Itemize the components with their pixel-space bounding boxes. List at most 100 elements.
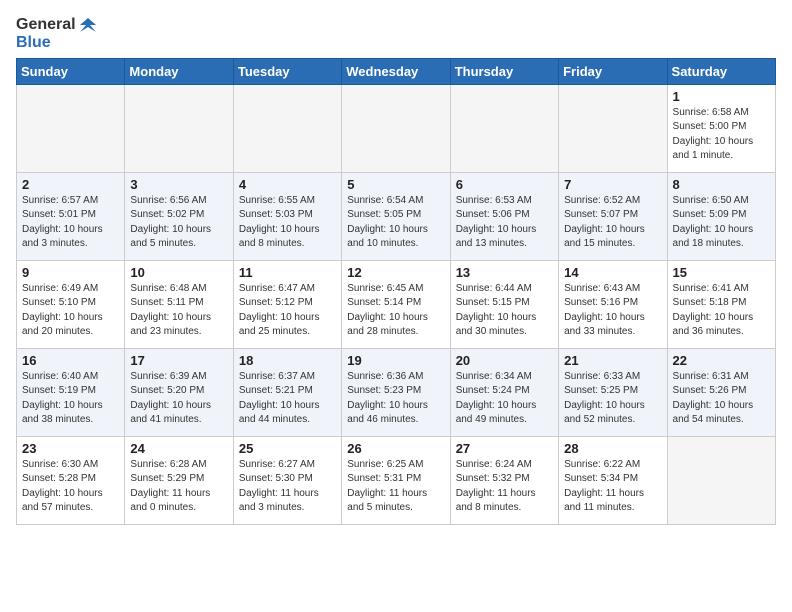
day-cell: 11 Sunrise: 6:47 AM Sunset: 5:12 PM Dayli… <box>233 260 341 348</box>
day-number: 9 <box>22 265 119 280</box>
day-cell: 18Sunrise: 6:37 AM Sunset: 5:21 PM Dayli… <box>233 348 341 436</box>
day-number: 3 <box>130 177 227 192</box>
day-number: 20 <box>456 353 553 368</box>
day-number: 1 <box>673 89 770 104</box>
day-cell: 15 Sunrise: 6:41 AM Sunset: 5:18 PM Dayli… <box>667 260 775 348</box>
day-number: 21 <box>564 353 661 368</box>
col-header-wednesday: Wednesday <box>342 58 450 84</box>
day-info: Sunrise: 6:34 AM Sunset: 5:24 PM Dayligh… <box>456 370 553 428</box>
day-cell <box>233 84 341 172</box>
week-row-3: 9 Sunrise: 6:49 AM Sunset: 5:10 PM Daylig… <box>17 260 776 348</box>
day-info: Sunrise: 6:27 AM Sunset: 5:30 PM Dayligh… <box>239 458 336 516</box>
day-number: 26 <box>347 441 444 456</box>
day-info: Sunrise: 6:54 AM Sunset: 5:05 PM Dayligh… <box>347 194 444 252</box>
day-number: 17 <box>130 353 227 368</box>
logo-blue: Blue <box>16 34 51 52</box>
day-info: Sunrise: 6:30 AM Sunset: 5:28 PM Dayligh… <box>22 458 119 516</box>
day-cell: 13 Sunrise: 6:44 AM Sunset: 5:15 PM Dayli… <box>450 260 558 348</box>
day-info: Sunrise: 6:37 AM Sunset: 5:21 PM Dayligh… <box>239 370 336 428</box>
day-cell <box>342 84 450 172</box>
day-info: Sunrise: 6:52 AM Sunset: 5:07 PM Dayligh… <box>564 194 661 252</box>
calendar-table: SundayMondayTuesdayWednesdayThursdayFrid… <box>16 58 776 525</box>
page: General Blue SundayMondayTuesdayWednesda… <box>0 0 792 533</box>
day-cell: 28Sunrise: 6:22 AM Sunset: 5:34 PM Dayli… <box>559 436 667 524</box>
day-number: 16 <box>22 353 119 368</box>
day-info: Sunrise: 6:58 AM Sunset: 5:00 PM Dayligh… <box>673 106 770 164</box>
day-number: 23 <box>22 441 119 456</box>
col-header-friday: Friday <box>559 58 667 84</box>
day-info: Sunrise: 6:28 AM Sunset: 5:29 PM Dayligh… <box>130 458 227 516</box>
day-cell: 17 Sunrise: 6:39 AM Sunset: 5:20 PM Dayli… <box>125 348 233 436</box>
day-cell: 25Sunrise: 6:27 AM Sunset: 5:30 PM Dayli… <box>233 436 341 524</box>
day-number: 8 <box>673 177 770 192</box>
day-number: 12 <box>347 265 444 280</box>
day-number: 27 <box>456 441 553 456</box>
day-info: Sunrise: 6:56 AM Sunset: 5:02 PM Dayligh… <box>130 194 227 252</box>
day-number: 19 <box>347 353 444 368</box>
day-cell: 23 Sunrise: 6:30 AM Sunset: 5:28 PM Dayli… <box>17 436 125 524</box>
col-header-saturday: Saturday <box>667 58 775 84</box>
day-info: Sunrise: 6:25 AM Sunset: 5:31 PM Dayligh… <box>347 458 444 516</box>
day-number: 13 <box>456 265 553 280</box>
day-info: Sunrise: 6:49 AM Sunset: 5:10 PM Dayligh… <box>22 282 119 340</box>
day-cell: 8 Sunrise: 6:50 AM Sunset: 5:09 PM Daylig… <box>667 172 775 260</box>
day-info: Sunrise: 6:47 AM Sunset: 5:12 PM Dayligh… <box>239 282 336 340</box>
day-cell: 5Sunrise: 6:54 AM Sunset: 5:05 PM Daylig… <box>342 172 450 260</box>
day-cell <box>667 436 775 524</box>
day-cell: 10Sunrise: 6:48 AM Sunset: 5:11 PM Dayli… <box>125 260 233 348</box>
day-cell: 24 Sunrise: 6:28 AM Sunset: 5:29 PM Dayli… <box>125 436 233 524</box>
day-number: 2 <box>22 177 119 192</box>
col-header-thursday: Thursday <box>450 58 558 84</box>
day-info: Sunrise: 6:31 AM Sunset: 5:26 PM Dayligh… <box>673 370 770 428</box>
day-info: Sunrise: 6:57 AM Sunset: 5:01 PM Dayligh… <box>22 194 119 252</box>
day-cell: 16Sunrise: 6:40 AM Sunset: 5:19 PM Dayli… <box>17 348 125 436</box>
day-cell: 14 Sunrise: 6:43 AM Sunset: 5:16 PM Dayli… <box>559 260 667 348</box>
week-row-4: 16Sunrise: 6:40 AM Sunset: 5:19 PM Dayli… <box>17 348 776 436</box>
day-cell: 22 Sunrise: 6:31 AM Sunset: 5:26 PM Dayli… <box>667 348 775 436</box>
day-number: 24 <box>130 441 227 456</box>
day-info: Sunrise: 6:50 AM Sunset: 5:09 PM Dayligh… <box>673 194 770 252</box>
day-info: Sunrise: 6:44 AM Sunset: 5:15 PM Dayligh… <box>456 282 553 340</box>
day-info: Sunrise: 6:43 AM Sunset: 5:16 PM Dayligh… <box>564 282 661 340</box>
day-number: 10 <box>130 265 227 280</box>
logo: General Blue <box>16 16 98 52</box>
day-cell: 3 Sunrise: 6:56 AM Sunset: 5:02 PM Daylig… <box>125 172 233 260</box>
day-cell: 20 Sunrise: 6:34 AM Sunset: 5:24 PM Dayli… <box>450 348 558 436</box>
day-number: 14 <box>564 265 661 280</box>
logo-general: General <box>16 16 76 34</box>
week-row-5: 23 Sunrise: 6:30 AM Sunset: 5:28 PM Dayli… <box>17 436 776 524</box>
day-cell: 27 Sunrise: 6:24 AM Sunset: 5:32 PM Dayli… <box>450 436 558 524</box>
week-row-1: 1 Sunrise: 6:58 AM Sunset: 5:00 PM Daylig… <box>17 84 776 172</box>
day-info: Sunrise: 6:22 AM Sunset: 5:34 PM Dayligh… <box>564 458 661 516</box>
day-info: Sunrise: 6:33 AM Sunset: 5:25 PM Dayligh… <box>564 370 661 428</box>
day-info: Sunrise: 6:53 AM Sunset: 5:06 PM Dayligh… <box>456 194 553 252</box>
day-info: Sunrise: 6:55 AM Sunset: 5:03 PM Dayligh… <box>239 194 336 252</box>
day-cell <box>559 84 667 172</box>
day-cell <box>125 84 233 172</box>
col-header-monday: Monday <box>125 58 233 84</box>
day-cell: 4 Sunrise: 6:55 AM Sunset: 5:03 PM Daylig… <box>233 172 341 260</box>
day-number: 6 <box>456 177 553 192</box>
day-cell: 6 Sunrise: 6:53 AM Sunset: 5:06 PM Daylig… <box>450 172 558 260</box>
day-info: Sunrise: 6:24 AM Sunset: 5:32 PM Dayligh… <box>456 458 553 516</box>
day-number: 22 <box>673 353 770 368</box>
day-cell: 2 Sunrise: 6:57 AM Sunset: 5:01 PM Daylig… <box>17 172 125 260</box>
day-number: 4 <box>239 177 336 192</box>
day-cell <box>450 84 558 172</box>
day-cell: 1 Sunrise: 6:58 AM Sunset: 5:00 PM Daylig… <box>667 84 775 172</box>
header: General Blue <box>16 16 776 52</box>
day-info: Sunrise: 6:39 AM Sunset: 5:20 PM Dayligh… <box>130 370 227 428</box>
day-number: 15 <box>673 265 770 280</box>
day-cell: 21 Sunrise: 6:33 AM Sunset: 5:25 PM Dayli… <box>559 348 667 436</box>
day-info: Sunrise: 6:45 AM Sunset: 5:14 PM Dayligh… <box>347 282 444 340</box>
day-info: Sunrise: 6:36 AM Sunset: 5:23 PM Dayligh… <box>347 370 444 428</box>
day-number: 7 <box>564 177 661 192</box>
day-cell: 7 Sunrise: 6:52 AM Sunset: 5:07 PM Daylig… <box>559 172 667 260</box>
day-number: 11 <box>239 265 336 280</box>
logo-text: General Blue <box>16 16 98 52</box>
logo-bird-icon <box>78 16 98 34</box>
day-info: Sunrise: 6:41 AM Sunset: 5:18 PM Dayligh… <box>673 282 770 340</box>
day-cell: 26 Sunrise: 6:25 AM Sunset: 5:31 PM Dayli… <box>342 436 450 524</box>
day-cell: 19 Sunrise: 6:36 AM Sunset: 5:23 PM Dayli… <box>342 348 450 436</box>
day-cell <box>17 84 125 172</box>
